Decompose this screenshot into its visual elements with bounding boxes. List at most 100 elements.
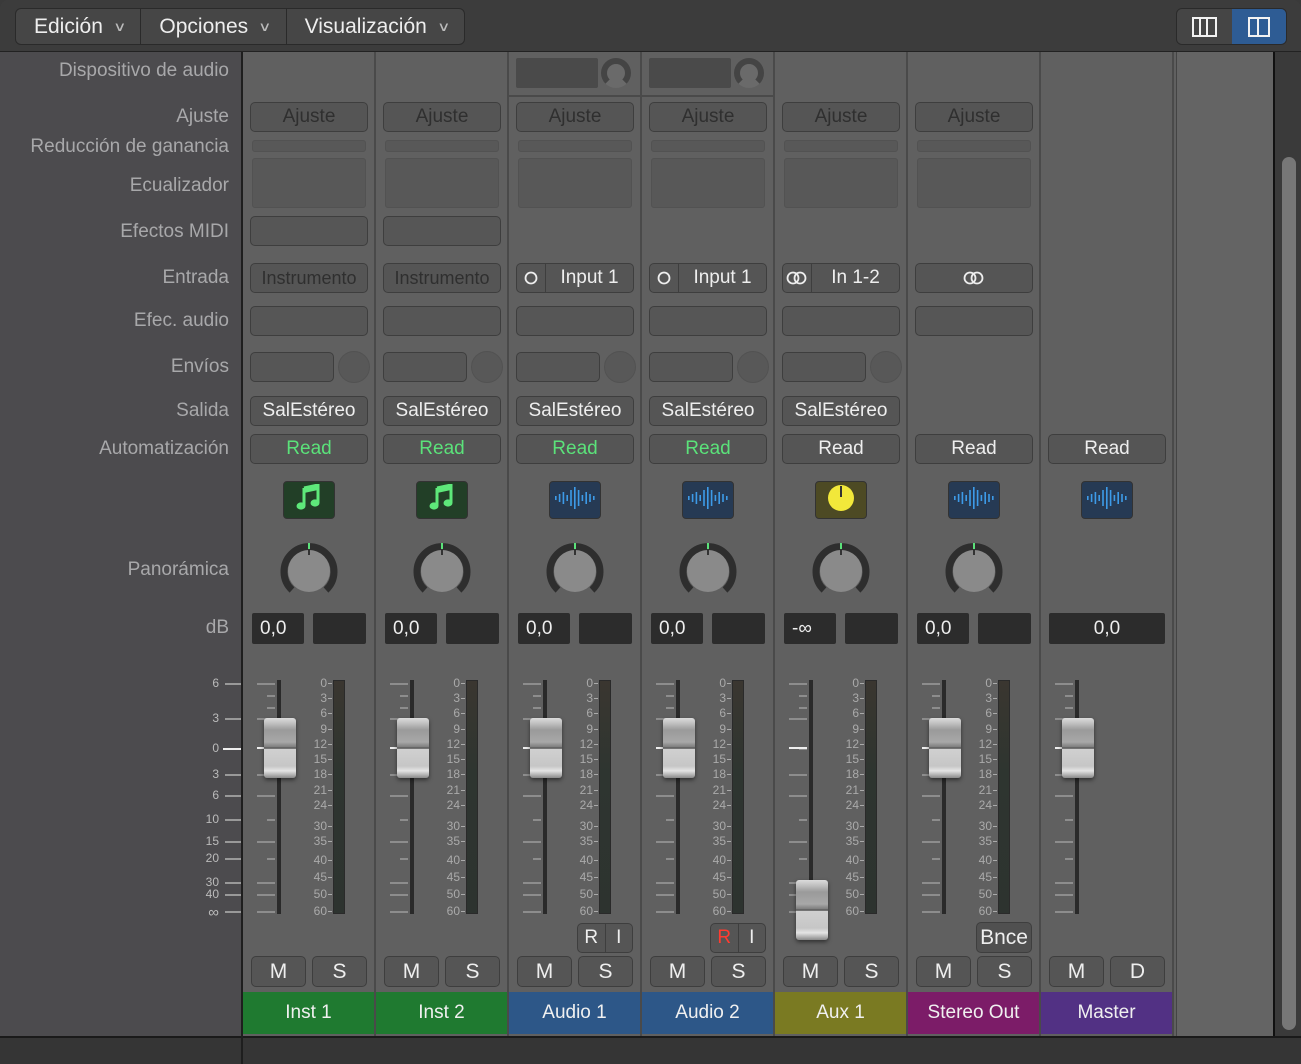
track-icon-button[interactable] bbox=[283, 481, 335, 519]
mute-button[interactable]: M bbox=[251, 956, 306, 987]
audio-fx-slot[interactable] bbox=[516, 306, 634, 336]
solo-button[interactable]: S bbox=[711, 956, 766, 987]
input-slot[interactable]: Instrumento bbox=[383, 263, 501, 293]
audio-device-knob[interactable] bbox=[601, 58, 631, 88]
setting-button[interactable]: Ajuste bbox=[915, 102, 1033, 132]
view-menu[interactable]: Visualización ∨ bbox=[287, 9, 465, 44]
input-slot[interactable]: Input 1 bbox=[516, 263, 634, 293]
audio-device-field[interactable] bbox=[649, 58, 731, 88]
volume-fader[interactable] bbox=[1062, 718, 1094, 778]
eq-display[interactable] bbox=[784, 158, 898, 208]
track-icon-button[interactable] bbox=[416, 481, 468, 519]
setting-button[interactable]: Ajuste bbox=[250, 102, 368, 132]
volume-value[interactable]: 0,0 bbox=[651, 613, 703, 644]
automation-mode-button[interactable]: Read bbox=[383, 434, 501, 464]
output-button[interactable]: SalEstéreo bbox=[649, 396, 767, 426]
mute-button[interactable]: M bbox=[650, 956, 705, 987]
send-slot[interactable] bbox=[782, 352, 866, 382]
send-slot[interactable] bbox=[649, 352, 733, 382]
volume-fader[interactable] bbox=[929, 718, 961, 778]
volume-fader[interactable] bbox=[530, 718, 562, 778]
track-name[interactable]: Stereo Out bbox=[908, 992, 1039, 1034]
options-menu[interactable]: Opciones ∨ bbox=[141, 9, 287, 44]
fader-track[interactable] bbox=[676, 680, 680, 914]
audio-fx-slot[interactable] bbox=[250, 306, 368, 336]
input-slot[interactable]: In 1-2 bbox=[782, 263, 900, 293]
volume-value[interactable]: 0,0 bbox=[252, 613, 304, 644]
output-button[interactable]: SalEstéreo bbox=[516, 396, 634, 426]
pan-knob[interactable] bbox=[810, 540, 872, 602]
input-monitor-button[interactable]: I bbox=[739, 924, 766, 952]
mute-button[interactable]: M bbox=[916, 956, 971, 987]
eq-display[interactable] bbox=[917, 158, 1031, 208]
mono-icon[interactable] bbox=[517, 264, 546, 292]
track-name[interactable]: Inst 2 bbox=[376, 992, 507, 1034]
automation-mode-button[interactable]: Read bbox=[1048, 434, 1166, 464]
send-slot[interactable] bbox=[383, 352, 467, 382]
record-enable-button[interactable]: R bbox=[578, 924, 606, 952]
audio-fx-slot[interactable] bbox=[915, 306, 1033, 336]
input-slot[interactable]: Instrumento bbox=[250, 263, 368, 293]
volume-value[interactable]: -∞ bbox=[784, 613, 836, 644]
track-name[interactable]: Master bbox=[1041, 992, 1172, 1034]
output-button[interactable]: SalEstéreo bbox=[383, 396, 501, 426]
volume-fader[interactable] bbox=[264, 718, 296, 778]
mono-icon[interactable] bbox=[650, 264, 679, 292]
volume-value[interactable]: 0,0 bbox=[1049, 613, 1165, 644]
fader-track[interactable] bbox=[809, 680, 813, 914]
eq-display[interactable] bbox=[252, 158, 366, 208]
automation-mode-button[interactable]: Read bbox=[782, 434, 900, 464]
two-column-view-button[interactable] bbox=[1231, 9, 1286, 44]
audio-device-knob[interactable] bbox=[734, 58, 764, 88]
fader-track[interactable] bbox=[410, 680, 414, 914]
send-level-knob[interactable] bbox=[870, 351, 902, 383]
volume-fader[interactable] bbox=[796, 880, 828, 940]
audio-fx-slot[interactable] bbox=[383, 306, 501, 336]
dim-button[interactable]: D bbox=[1110, 956, 1165, 987]
edit-menu[interactable]: Edición ∨ bbox=[16, 9, 142, 44]
audio-fx-slot[interactable] bbox=[782, 306, 900, 336]
track-name[interactable]: Audio 2 bbox=[642, 992, 773, 1034]
track-name[interactable]: Aux 1 bbox=[775, 992, 906, 1034]
send-level-knob[interactable] bbox=[604, 351, 636, 383]
solo-button[interactable]: S bbox=[312, 956, 367, 987]
setting-button[interactable]: Ajuste bbox=[516, 102, 634, 132]
output-button[interactable]: SalEstéreo bbox=[782, 396, 900, 426]
fader-track[interactable] bbox=[942, 680, 946, 914]
mute-button[interactable]: M bbox=[1049, 956, 1104, 987]
stereo-format-button[interactable] bbox=[915, 263, 1033, 293]
three-column-view-button[interactable] bbox=[1177, 9, 1232, 44]
record-enable-button[interactable]: R bbox=[711, 924, 739, 952]
eq-display[interactable] bbox=[518, 158, 632, 208]
volume-fader[interactable] bbox=[663, 718, 695, 778]
pan-knob[interactable] bbox=[278, 540, 340, 602]
input-monitor-button[interactable]: I bbox=[606, 924, 633, 952]
stereo-icon[interactable] bbox=[783, 264, 812, 292]
pan-knob[interactable] bbox=[677, 540, 739, 602]
automation-mode-button[interactable]: Read bbox=[915, 434, 1033, 464]
fader-track[interactable] bbox=[543, 680, 547, 914]
pan-knob[interactable] bbox=[411, 540, 473, 602]
audio-device-field[interactable] bbox=[516, 58, 598, 88]
volume-fader[interactable] bbox=[397, 718, 429, 778]
automation-mode-button[interactable]: Read bbox=[250, 434, 368, 464]
mute-button[interactable]: M bbox=[384, 956, 439, 987]
send-slot[interactable] bbox=[250, 352, 334, 382]
send-level-knob[interactable] bbox=[737, 351, 769, 383]
track-name[interactable]: Inst 1 bbox=[243, 992, 374, 1034]
track-icon-button[interactable] bbox=[682, 481, 734, 519]
send-slot[interactable] bbox=[516, 352, 600, 382]
track-icon-button[interactable] bbox=[549, 481, 601, 519]
midi-fx-slot[interactable] bbox=[383, 216, 501, 246]
output-button[interactable]: SalEstéreo bbox=[250, 396, 368, 426]
volume-value[interactable]: 0,0 bbox=[917, 613, 969, 644]
track-icon-button[interactable] bbox=[1081, 481, 1133, 519]
send-level-knob[interactable] bbox=[471, 351, 503, 383]
fader-track[interactable] bbox=[277, 680, 281, 914]
pan-knob[interactable] bbox=[943, 540, 1005, 602]
solo-button[interactable]: S bbox=[844, 956, 899, 987]
volume-value[interactable]: 0,0 bbox=[518, 613, 570, 644]
mute-button[interactable]: M bbox=[783, 956, 838, 987]
scrollbar-thumb[interactable] bbox=[1282, 157, 1296, 1030]
automation-mode-button[interactable]: Read bbox=[649, 434, 767, 464]
